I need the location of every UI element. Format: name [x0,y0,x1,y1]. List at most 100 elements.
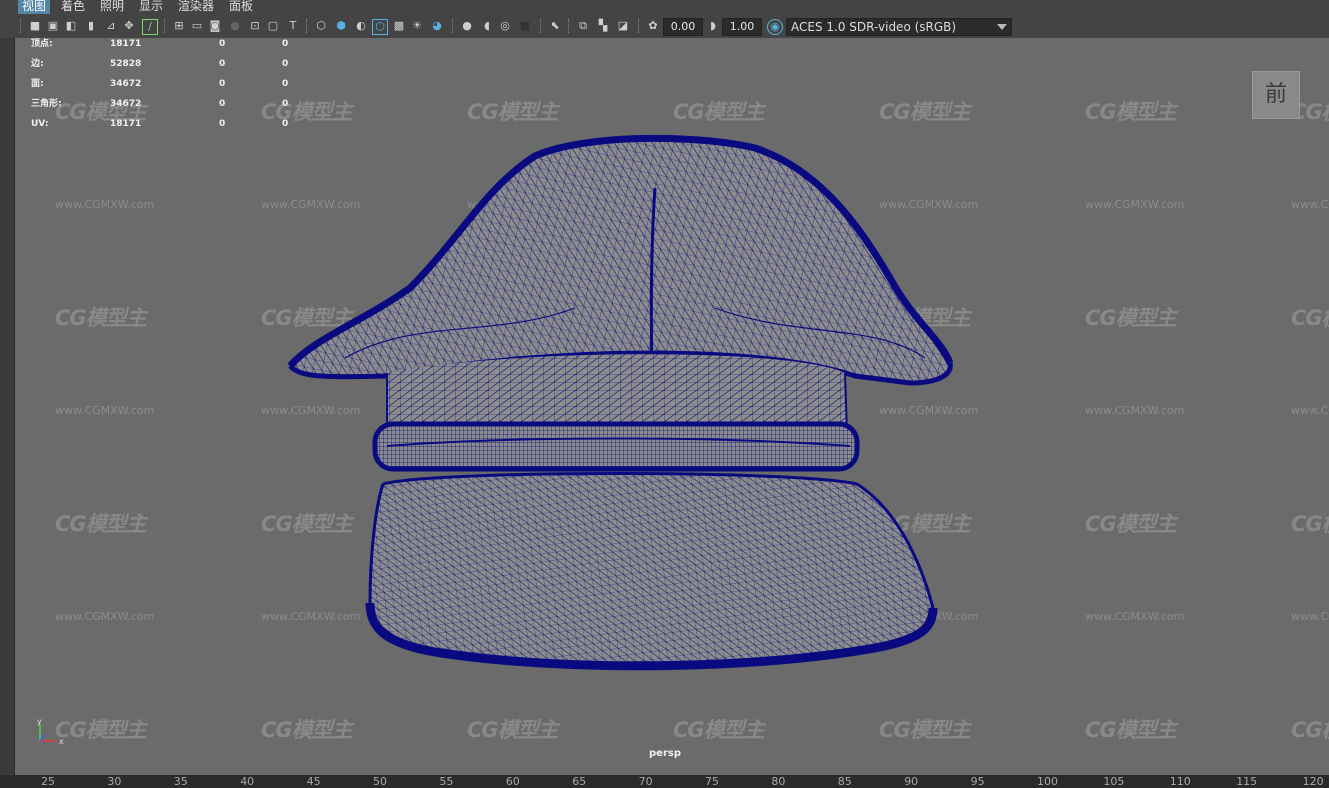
axis-gizmo [39,724,57,742]
hud-v2: 0 [219,39,226,49]
timeline-tick-label: 30 [107,775,122,788]
time-slider[interactable]: 25 30 35 40 45 50 55 60 65 70 75 80 85 90 95 100 105 110 1… [0,775,1329,788]
timeline-tick-label: 35 [173,775,188,788]
menu-bar: 视图 着色 照明 显示 渲染器 面板 [0,0,1329,14]
camera-name-label: persp [649,748,681,759]
field-chart-icon[interactable]: ⊡ [248,19,262,33]
bookmark-icon[interactable]: ▮ [84,19,98,33]
textured-icon[interactable]: ▩ [392,19,406,33]
hud-v1: 52828 [110,59,142,69]
hud-v2: 0 [219,99,226,109]
camera-attributes-icon[interactable]: ◧ [64,19,78,33]
gate-mask-icon[interactable]: ● [228,19,242,33]
lights-icon[interactable]: ☀ [410,19,424,33]
exposure-field[interactable]: 0.00 [663,18,703,36]
hud-v2: 0 [219,119,226,129]
shadows-icon[interactable]: ◕ [430,19,444,33]
resolution-gate-icon[interactable]: ◙ [208,19,222,33]
isolate-select-icon[interactable]: ⬉ [548,19,562,33]
film-gate-icon[interactable]: ▭ [190,19,204,33]
toolbar-separator [164,19,167,33]
grid-icon[interactable]: ⊞ [172,19,186,33]
chevron-down-icon[interactable] [997,24,1007,30]
axis-y-label: y [37,717,42,726]
timeline-tick-label: 65 [572,775,587,788]
menu-shading[interactable]: 着色 [57,0,89,14]
timeline-tick-label: 100 [1037,775,1058,788]
default-material-icon[interactable]: ◐ [354,19,368,33]
hud-v3: 0 [282,99,289,109]
motion-blur-icon[interactable]: ◖ [480,19,494,33]
hud-v2: 0 [219,59,226,69]
hud-v3: 0 [282,59,289,69]
toolbar-separator [306,19,309,33]
menu-panels[interactable]: 面板 [225,0,257,14]
timeline-tick-label: 25 [41,775,55,788]
left-panel-edge [0,38,15,775]
timeline-tick-label: 45 [306,775,321,788]
timeline-tick-label: 70 [638,775,653,788]
wireframe-icon[interactable]: ⬡ [314,19,328,33]
timeline-tick-label: 95 [970,775,985,788]
xray-joints-icon[interactable]: ▚ [596,19,610,33]
depth-of-field-icon[interactable]: ■ [518,19,532,33]
smooth-shade-icon[interactable]: ⬢ [334,19,348,33]
image-plane-icon[interactable]: ⊿ [104,19,118,33]
toolbar-separator [540,19,543,33]
hud-v1: 34672 [110,79,142,89]
camera-lock-icon[interactable]: ▣ [46,19,60,33]
timeline-tick-label: 90 [904,775,919,788]
safe-action-icon[interactable]: ▢ [266,19,280,33]
hud-v3: 0 [282,119,289,129]
color-space-value: ACES 1.0 SDR-video (sRGB) [791,20,957,34]
gamma-field[interactable]: 1.00 [722,18,762,36]
toolbar-separator [20,19,23,33]
wireframe-on-shaded-icon[interactable]: ⬡ [372,19,388,35]
hud-v1: 18171 [110,119,142,129]
hud-label: 顶点: [31,39,53,49]
timeline-tick-label: 115 [1236,775,1258,788]
timeline-tick-label: 60 [505,775,520,788]
axis-x-label: x [59,737,64,746]
hud-label: UV: [31,119,49,129]
toolbar-separator [568,19,571,33]
hud-label: 三角形: [31,99,62,109]
timeline-tick-label: 110 [1169,775,1191,788]
hud-v2: 0 [219,79,226,89]
xray-icon[interactable]: ⧉ [576,19,590,33]
timeline-tick-label: 50 [373,775,387,788]
ambient-occlusion-icon[interactable]: ● [460,19,474,33]
menu-renderer[interactable]: 渲染器 [174,0,218,14]
gamma-icon[interactable]: ◗ [706,19,720,33]
viewport-persp[interactable]: CG模型主CG模型主CG模型主CG模型主CG模型主CG模型主CG模型主CG模型主… [15,38,1329,775]
hud-v1: 18171 [110,39,142,49]
hud-label: 面: [31,79,44,89]
view-cube[interactable]: 前 [1252,71,1300,119]
menu-show[interactable]: 显示 [135,0,167,14]
toolbar-separator [452,19,455,33]
camera-select-icon[interactable]: ■ [28,19,42,33]
timeline-tick-label: 120 [1302,775,1324,788]
hud-v3: 0 [282,39,289,49]
toolbar-separator [638,19,641,33]
grease-pencil-icon[interactable]: ∕ [142,19,158,35]
timeline-tick-label: 55 [439,775,454,788]
timeline-tick-label: 80 [771,775,786,788]
safe-title-icon[interactable]: T [286,19,300,33]
xray-components-icon[interactable]: ◪ [616,19,630,33]
hud-v3: 0 [282,79,289,89]
timeline-tick-label: 105 [1103,775,1125,788]
color-management-icon[interactable]: ◉ [767,19,783,35]
exposure-icon[interactable]: ✿ [646,19,660,33]
hud-label: 边: [31,59,44,69]
timeline-tick-label: 75 [705,775,719,788]
pan-zoom-icon[interactable]: ✥ [122,19,136,33]
hud-v1: 34672 [110,99,142,109]
cap-band [386,354,848,434]
anti-aliasing-icon[interactable]: ◎ [498,19,512,33]
wireframe-cap-model[interactable]: y x [15,38,1329,775]
menu-lighting[interactable]: 照明 [96,0,128,14]
cap-strap [372,421,860,472]
color-space-dropdown[interactable]: ACES 1.0 SDR-video (sRGB) [786,18,1012,36]
menu-view[interactable]: 视图 [18,0,51,14]
